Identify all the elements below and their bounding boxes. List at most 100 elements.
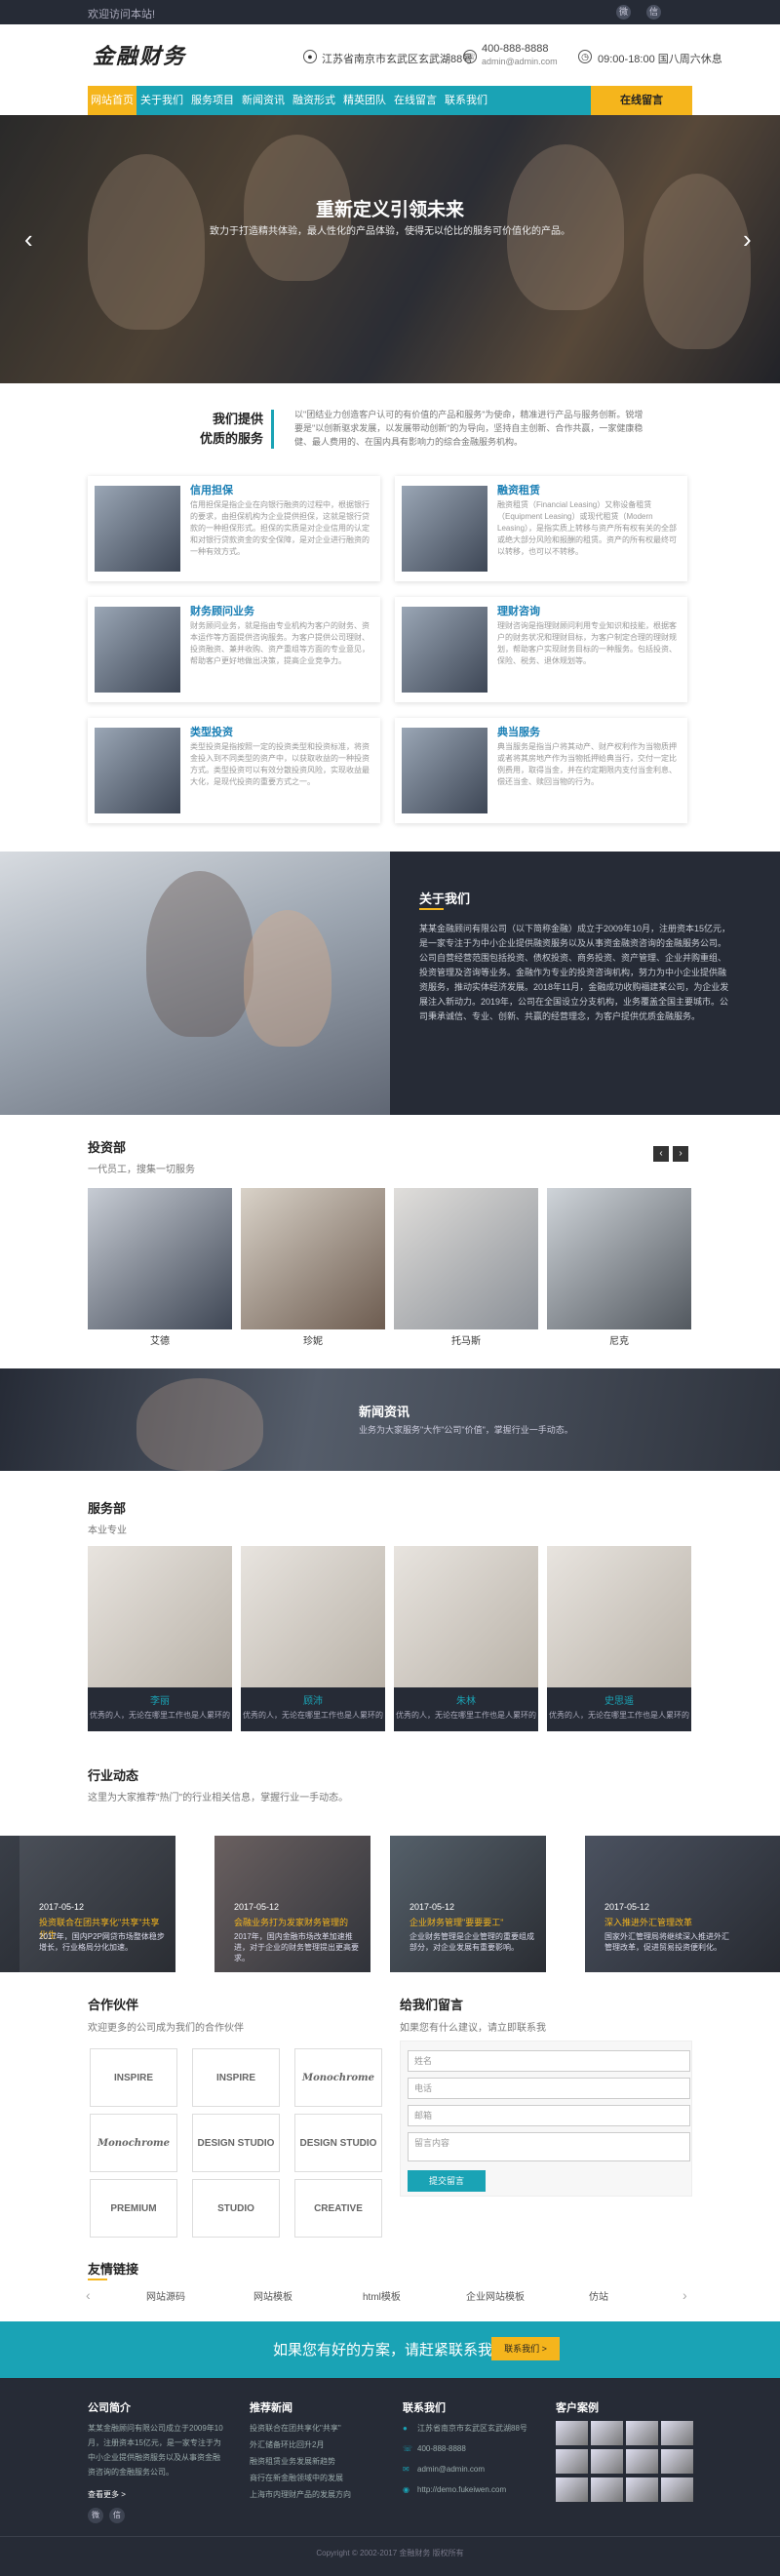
nav-contact[interactable]: 联系我们 <box>441 86 491 115</box>
industry-item-title[interactable]: 企业财务管理"要要要工" <box>410 1916 536 1928</box>
investment-card[interactable]: 尼克 <box>547 1188 691 1349</box>
service-title[interactable]: 融资租赁 <box>497 482 540 497</box>
investment-name: 尼克 <box>609 1336 629 1347</box>
friend-link[interactable]: 网站源码 <box>146 2288 185 2303</box>
partner-logo[interactable]: INSPIRE <box>90 2048 177 2107</box>
service-title[interactable]: 理财咨询 <box>497 603 540 618</box>
industry-item-title[interactable]: 深入推进外汇管理改革 <box>604 1916 731 1928</box>
nav-news[interactable]: 新闻资讯 <box>238 86 289 115</box>
nav-home[interactable]: 网站首页 <box>88 86 136 115</box>
service-card[interactable]: 理财咨询 理财咨询是指理财顾问利用专业知识和技能，根据客户的财务状况和理财目标，… <box>395 597 687 702</box>
partners-title: 合作伙伴 <box>88 1998 139 2012</box>
service-title[interactable]: 财务顾问业务 <box>190 603 254 618</box>
message-field[interactable]: 留言内容 <box>408 2132 690 2161</box>
partner-logo[interactable]: DESIGN STUDIO <box>192 2114 280 2172</box>
case-thumbnail[interactable] <box>626 2449 658 2474</box>
industry-card[interactable]: 2017-05-12 企业财务管理"要要要工" 企业财务管理是企业管理的重要组成… <box>390 1836 546 1972</box>
industry-sub: 这里为大家推荐"热门"的行业相关信息，掌握行业一手动态。 <box>88 1793 349 1803</box>
service-card[interactable]: 典当服务 典当服务是指当户将其动产、财产权利作为当物质押或者将其房地产作为当物抵… <box>395 718 687 823</box>
nav-services[interactable]: 服务项目 <box>187 86 238 115</box>
service-title[interactable]: 类型投资 <box>190 724 233 739</box>
footer-wechat-icon[interactable]: 信 <box>109 2508 125 2523</box>
industry-card[interactable]: 2017-05-12 深入推进外汇管理改革 国家外汇管理局将继续深入推进外汇管理… <box>585 1836 780 1972</box>
footer-website[interactable]: http://demo.fukeiwen.com <box>417 2482 506 2497</box>
news-band-photo-person <box>136 1378 263 1471</box>
partner-logo[interactable]: Monochrome <box>90 2114 177 2172</box>
staff-card[interactable]: 李丽 优秀的人，无论在哪里工作也是人累环的 <box>88 1546 232 1731</box>
nav-financing[interactable]: 融资形式 <box>289 86 339 115</box>
nav-message[interactable]: 在线留言 <box>390 86 441 115</box>
case-thumbnail[interactable] <box>626 2477 658 2502</box>
partner-logo[interactable]: Monochrome <box>294 2048 382 2107</box>
investment-prev-icon[interactable]: ‹ <box>653 1146 669 1162</box>
cta-button[interactable]: 联系我们 > <box>491 2337 560 2360</box>
links-next-icon[interactable]: › <box>682 2287 687 2303</box>
name-field[interactable]: 姓名 <box>408 2050 690 2072</box>
footer-about-text: 某某金融顾问有限公司成立于2009年10月，注册资本15亿元，是一家专注于为中小… <box>88 2424 223 2477</box>
industry-card[interactable]: 2017-05-12 会融业务打为发家财务管理的 2017年，国内金融市场改革加… <box>214 1836 370 1972</box>
case-thumbnail[interactable] <box>591 2421 623 2445</box>
case-thumbnail[interactable] <box>661 2477 693 2502</box>
industry-item-title[interactable]: 会融业务打为发家财务管理的 <box>234 1916 361 1928</box>
nav-team[interactable]: 精英团队 <box>339 86 390 115</box>
links-prev-icon[interactable]: ‹ <box>86 2287 91 2303</box>
friend-link[interactable]: 企业网站模板 <box>466 2288 525 2303</box>
submit-button[interactable]: 提交留言 <box>408 2170 486 2192</box>
case-thumbnail[interactable] <box>626 2421 658 2445</box>
investment-photo <box>88 1188 232 1329</box>
investment-card[interactable]: 珍妮 <box>241 1188 385 1349</box>
site-logo[interactable]: 金融财务 <box>93 39 186 70</box>
partner-logo[interactable]: STUDIO <box>192 2179 280 2238</box>
case-thumbnail[interactable] <box>661 2421 693 2445</box>
services-intro: 以"团结业力创造客户认可的有价值的产品和服务"为使命，精准进行产品与服务创新。锐… <box>294 410 644 447</box>
email-field[interactable]: 邮箱 <box>408 2105 690 2126</box>
service-card[interactable]: 融资租赁 融资租赁（Financial Leasing）又称设备租赁（Equip… <box>395 476 687 581</box>
investment-card[interactable]: 托马斯 <box>394 1188 538 1349</box>
footer-news-item[interactable]: 上海市内理财产品的发展方向 <box>250 2487 351 2502</box>
service-title[interactable]: 典当服务 <box>497 724 540 739</box>
staff-card[interactable]: 顾沛 优秀的人，无论在哪里工作也是人累环的 <box>241 1546 385 1731</box>
investment-card[interactable]: 艾德 <box>88 1188 232 1349</box>
friend-link[interactable]: 仿站 <box>589 2288 608 2303</box>
case-thumbnail[interactable] <box>556 2477 588 2502</box>
staff-card[interactable]: 史思遥 优秀的人，无论在哪里工作也是人累环的 <box>547 1546 691 1731</box>
industry-card[interactable]: 2017-05-12 投资联合在团共享化"共享"共享化生 2017年，国内P2P… <box>20 1836 176 1972</box>
footer-weibo-icon[interactable]: 微 <box>88 2508 103 2523</box>
case-thumbnail[interactable] <box>556 2449 588 2474</box>
footer-news-item[interactable]: 融资租赁业务发展新趋势 <box>250 2454 335 2469</box>
friend-link[interactable]: html模板 <box>363 2288 401 2303</box>
case-thumbnail[interactable] <box>556 2421 588 2445</box>
staff-card[interactable]: 朱林 优秀的人，无论在哪里工作也是人累环的 <box>394 1546 538 1731</box>
friend-link[interactable]: 网站模板 <box>254 2288 292 2303</box>
phone-field[interactable]: 电话 <box>408 2078 690 2099</box>
wechat-icon[interactable]: 信 <box>646 5 661 20</box>
footer-about-title: 公司简介 <box>88 2402 131 2414</box>
nav-hot-message[interactable]: 在线留言 <box>591 86 692 115</box>
weibo-icon[interactable]: 微 <box>616 5 631 20</box>
service-title[interactable]: 信用担保 <box>190 482 233 497</box>
industry-desc: 2017年，国内P2P网贷市场整体稳步增长，行业格局分化加速。 <box>39 1932 165 1952</box>
footer-news-item[interactable]: 外汇储备环比回升2月 <box>250 2437 324 2452</box>
footer-more-link[interactable]: 查看更多 > <box>88 2487 126 2502</box>
nav-about[interactable]: 关于我们 <box>136 86 187 115</box>
staff-name: 顾沛 <box>303 1696 323 1707</box>
location-icon: ● <box>303 50 317 63</box>
partner-logo[interactable]: INSPIRE <box>192 2048 280 2107</box>
banner-next-arrow-icon[interactable]: › <box>743 224 752 255</box>
case-thumbnail[interactable] <box>661 2449 693 2474</box>
service-card[interactable]: 信用担保 信用担保是指企业在向银行融资的过程中，根据银行的要求，由担保机构为企业… <box>88 476 380 581</box>
service-card[interactable]: 财务顾问业务 财务顾问业务，就是指由专业机构为客户的财务、资本运作等方面提供咨询… <box>88 597 380 702</box>
partner-logo[interactable]: DESIGN STUDIO <box>294 2114 382 2172</box>
footer-email[interactable]: admin@admin.com <box>417 2462 485 2477</box>
footer-news-item[interactable]: 投资联合在团共享化"共享" <box>250 2421 341 2436</box>
footer-phone: 400-888-8888 <box>417 2444 466 2453</box>
case-thumbnail[interactable] <box>591 2449 623 2474</box>
footer-news-item[interactable]: 商行在新金融领域中的发展 <box>250 2471 343 2485</box>
partner-logo[interactable]: PREMIUM <box>90 2179 177 2238</box>
case-thumbnail[interactable] <box>591 2477 623 2502</box>
partner-logo[interactable]: CREATIVE <box>294 2179 382 2238</box>
banner-prev-arrow-icon[interactable]: ‹ <box>24 224 33 255</box>
investment-next-icon[interactable]: › <box>673 1146 688 1162</box>
service-card[interactable]: 类型投资 类型投资是指按照一定的投资类型和投资标准，将资金投入到不同类型的资产中… <box>88 718 380 823</box>
staff-desc: 优秀的人，无论在哪里工作也是人累环的 <box>396 1711 536 1720</box>
